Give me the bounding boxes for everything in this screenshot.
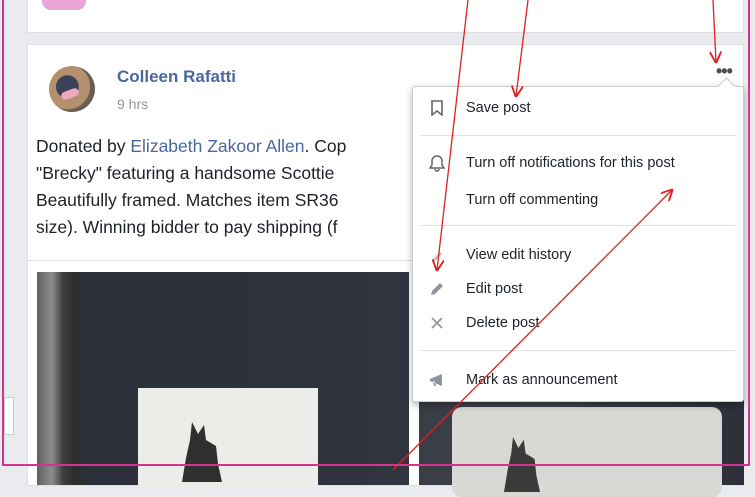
menu-item-save-post[interactable]: Save post bbox=[413, 94, 743, 122]
author-avatar[interactable] bbox=[49, 66, 95, 112]
x-icon bbox=[429, 314, 445, 332]
post-text-segment: . Cop bbox=[304, 136, 347, 156]
menu-item-label: Turn off commenting bbox=[466, 192, 599, 208]
author-name[interactable]: Colleen Rafatti bbox=[117, 67, 236, 87]
menu-item-turn-off-commenting[interactable]: Turn off commenting bbox=[413, 186, 743, 214]
side-tab[interactable] bbox=[4, 397, 14, 435]
reaction-icon bbox=[42, 0, 86, 10]
post-text-line: Beautifully framed. Matches item SR36 bbox=[36, 190, 339, 210]
post-text-line: "Brecky" featuring a handsome Scottie bbox=[36, 163, 335, 183]
menu-item-label: View edit history bbox=[466, 247, 572, 263]
post-text-line: Donated by Elizabeth Zakoor Allen. Cop bbox=[36, 133, 396, 160]
post-text-line: size). Winning bidder to pay shipping (f bbox=[36, 217, 338, 237]
menu-item-label: Mark as announcement bbox=[466, 372, 618, 388]
mentioned-user-link[interactable]: Elizabeth Zakoor Allen bbox=[130, 136, 304, 156]
post-timestamp[interactable]: 9 hrs bbox=[117, 96, 148, 112]
menu-item-label: Delete post bbox=[466, 315, 540, 331]
menu-item-view-edit-history[interactable]: View edit history bbox=[413, 241, 743, 269]
menu-item-turn-off-notifications[interactable]: Turn off notifications for this post bbox=[413, 149, 743, 177]
menu-item-label: Save post bbox=[466, 100, 531, 116]
menu-item-mark-as-announcement[interactable]: Mark as announcement bbox=[413, 366, 743, 394]
menu-separator bbox=[421, 225, 735, 226]
bookmark-icon bbox=[429, 99, 445, 117]
megaphone-icon bbox=[429, 371, 445, 389]
bell-icon bbox=[429, 154, 445, 172]
menu-separator bbox=[421, 135, 735, 136]
menu-item-edit-post[interactable]: Edit post bbox=[413, 275, 743, 303]
menu-item-delete-post[interactable]: Delete post bbox=[413, 309, 743, 337]
menu-item-label: Edit post bbox=[466, 281, 523, 297]
post-photo[interactable] bbox=[37, 272, 409, 488]
previous-post-card bbox=[27, 0, 744, 33]
post-options-menu: Save post Turn off notifications for thi… bbox=[412, 86, 744, 402]
menu-item-label: Turn off notifications for this post bbox=[466, 155, 675, 171]
history-icon bbox=[429, 246, 445, 264]
post-body: Donated by Elizabeth Zakoor Allen. Cop "… bbox=[36, 133, 396, 245]
menu-separator bbox=[421, 350, 735, 351]
pencil-icon bbox=[429, 280, 445, 298]
post-text-segment: Donated by bbox=[36, 136, 131, 156]
